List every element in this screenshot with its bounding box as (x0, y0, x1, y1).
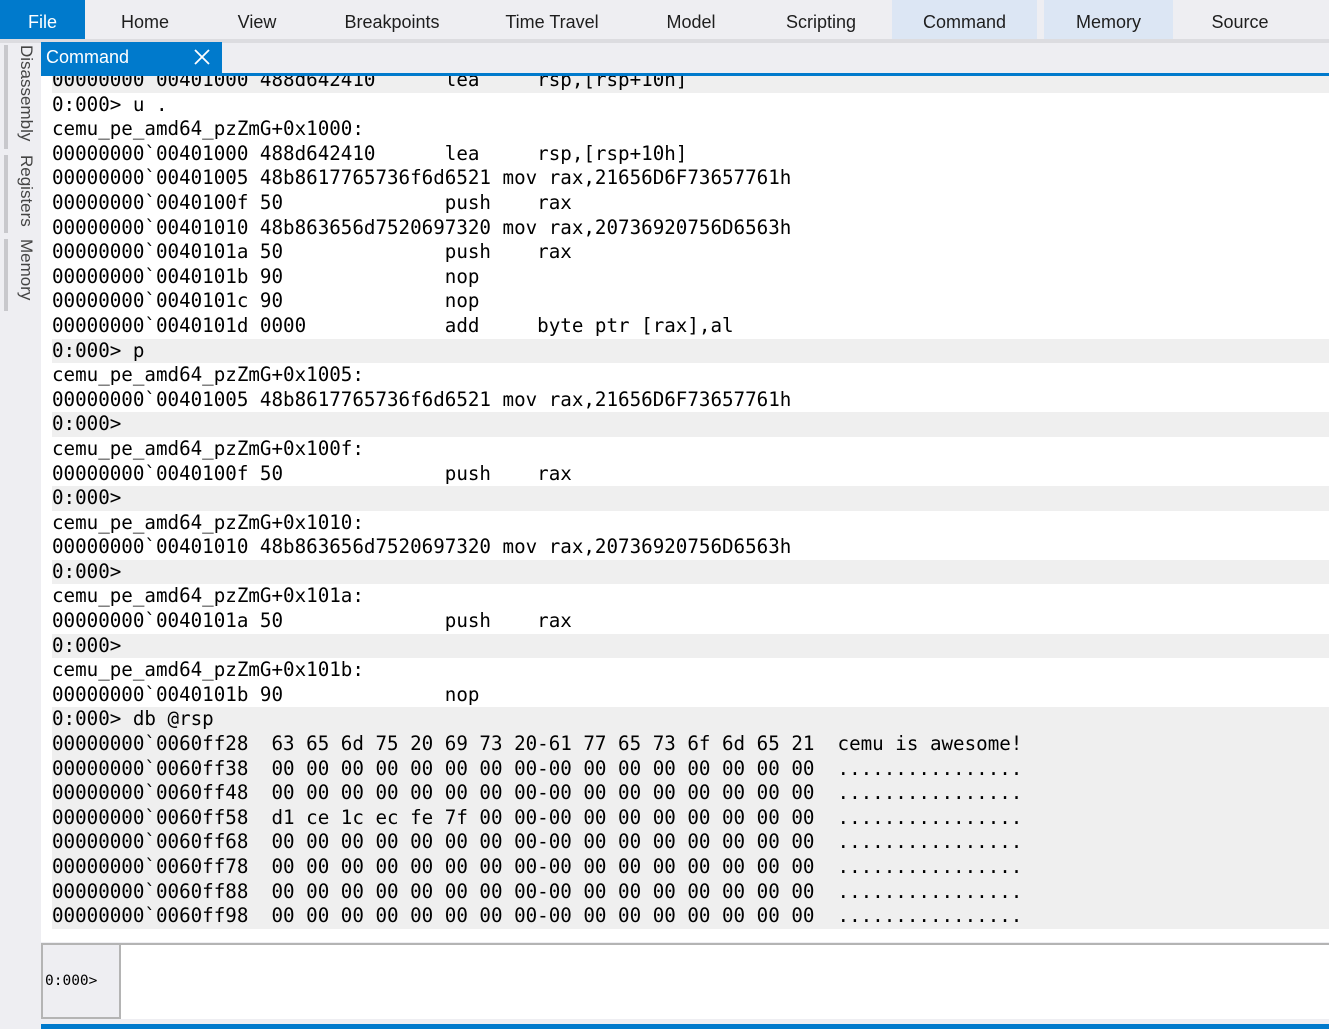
command-input[interactable] (121, 945, 1329, 1019)
status-bar (41, 1024, 1329, 1029)
output-line: 00000000`00401000 488d642410 lea rsp,[rs… (52, 76, 1329, 93)
output-line: 0:000> (52, 412, 1329, 437)
output-line: 00000000`0060ff88 00 00 00 00 00 00 00 0… (52, 879, 1329, 905)
output-line: 00000000`0040101a 50 push rax (52, 609, 572, 633)
tab-model[interactable]: Model (650, 0, 732, 39)
sidebar-item-registers[interactable]: Registers (4, 155, 38, 233)
output-line: cemu_pe_amd64_pzZmG+0x1000: (52, 117, 364, 141)
output-lines: 00000000`00401000 488d642410 lea rsp,[rs… (52, 76, 1329, 929)
command-window-tab[interactable]: Command (41, 42, 222, 74)
output-line: 00000000`0040101a 50 push rax (52, 240, 572, 264)
command-output[interactable]: 00000000`00401000 488d642410 lea rsp,[rs… (41, 76, 1329, 942)
output-line: 00000000`00401010 48b863656d7520697320 m… (52, 215, 792, 239)
output-line: cemu_pe_amd64_pzZmG+0x1005: (52, 363, 364, 387)
output-line: 0:000> u . (52, 92, 168, 116)
command-prompt: 0:000> (41, 945, 123, 1017)
tab-memory[interactable]: Memory (1044, 0, 1173, 39)
output-line: 00000000`00401010 48b863656d7520697320 m… (52, 535, 792, 559)
output-line: 00000000`0060ff98 00 00 00 00 00 00 00 0… (52, 904, 1329, 929)
output-line: 00000000`0060ff78 00 00 00 00 00 00 00 0… (52, 855, 1329, 880)
output-line: 00000000`0040101b 90 nop (52, 682, 480, 706)
tab-time-travel[interactable]: Time Travel (490, 0, 614, 39)
ribbon: File Home View Breakpoints Time Travel M… (0, 0, 1329, 39)
output-line: 00000000`0060ff28 63 65 6d 75 20 69 73 2… (52, 732, 1329, 757)
output-line: 00000000`0060ff68 00 00 00 00 00 00 00 0… (52, 830, 1329, 855)
sidebar-item-disassembly[interactable]: Disassembly (4, 45, 38, 149)
sidebar-item-memory[interactable]: Memory (4, 239, 38, 311)
output-line: 0:000> db @rsp (52, 707, 1329, 733)
output-line: cemu_pe_amd64_pzZmG+0x100f: (52, 436, 364, 460)
output-line: 0:000> (52, 633, 1329, 659)
output-line: 00000000`00401000 488d642410 lea rsp,[rs… (52, 141, 688, 165)
output-line: 00000000`0040101c 90 nop (52, 289, 480, 313)
sidebar: Disassembly Registers Memory (0, 43, 40, 1029)
close-icon[interactable] (191, 46, 213, 68)
tab-source[interactable]: Source (1190, 0, 1290, 39)
tab-command[interactable]: Command (892, 0, 1037, 39)
output-line: 00000000`0040100f 50 push rax (52, 461, 572, 485)
output-line: cemu_pe_amd64_pzZmG+0x101a: (52, 584, 364, 608)
output-line: 0:000> p (52, 338, 1329, 364)
output-line: 00000000`0040100f 50 push rax (52, 190, 572, 214)
output-line: 00000000`0060ff48 00 00 00 00 00 00 00 0… (52, 781, 1329, 806)
output-line: 00000000`0060ff38 00 00 00 00 00 00 00 0… (52, 756, 1329, 782)
output-line: 0:000> (52, 559, 1329, 585)
output-line: 00000000`0040101d 0000 add byte ptr [rax… (52, 313, 734, 337)
tab-file[interactable]: File (0, 0, 85, 39)
window-title: Command (46, 47, 130, 67)
tab-view[interactable]: View (222, 0, 292, 39)
output-line: cemu_pe_amd64_pzZmG+0x101b: (52, 658, 364, 682)
output-line: 00000000`0060ff58 d1 ce 1c ec fe 7f 00 0… (52, 805, 1329, 831)
output-line: 00000000`00401005 48b8617765736f6d6521 m… (52, 166, 792, 190)
output-line: 0:000> (52, 486, 1329, 511)
output-line: cemu_pe_amd64_pzZmG+0x1010: (52, 510, 364, 534)
output-line: 00000000`00401005 48b8617765736f6d6521 m… (52, 387, 792, 411)
tab-home[interactable]: Home (105, 0, 185, 39)
tab-breakpoints[interactable]: Breakpoints (330, 0, 454, 39)
output-line: 00000000`0040101b 90 nop (52, 264, 480, 288)
tab-scripting[interactable]: Scripting (766, 0, 876, 39)
command-input-area: 0:000> (41, 943, 1329, 1019)
